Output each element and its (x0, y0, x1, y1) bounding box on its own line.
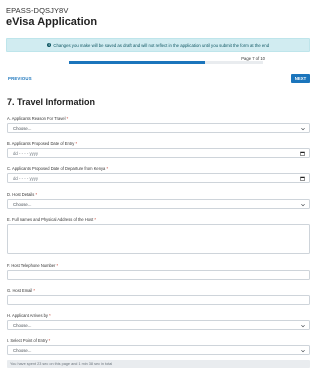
field-label: I. Select Point of Entry * (7, 338, 51, 343)
field-label: C. Applicants Proposed Date of Departure… (7, 166, 109, 171)
arrives-by-select[interactable]: Choose... (7, 320, 310, 330)
field-host-email: G. Host Email * (7, 288, 310, 305)
host-details-select[interactable]: Choose... (7, 199, 310, 209)
point-of-entry-select[interactable]: Choose... (7, 345, 310, 355)
field-label: D. Host Details * (7, 192, 38, 197)
calendar-icon[interactable] (300, 151, 305, 156)
field-point-of-entry: I. Select Point of Entry * Choose... (7, 338, 310, 355)
field-label: E. Full names and Physical Address of th… (7, 217, 96, 222)
field-label: F. Host Telephone Number * (7, 263, 59, 268)
field-label: A. Applicants Reason For Travel * (7, 116, 69, 121)
field-label: B. Applicants Proposed Date of Entry * (7, 141, 78, 146)
progress-fill (69, 61, 205, 64)
chevron-down-icon (301, 324, 305, 327)
field-date-of-departure: C. Applicants Proposed Date of Departure… (7, 166, 310, 183)
chevron-down-icon (301, 127, 305, 130)
host-address-textarea[interactable] (7, 224, 310, 254)
application-reference: EPASS-DQSJY8V (6, 6, 69, 15)
progress-bar (69, 61, 263, 64)
next-button[interactable]: NEXT (291, 74, 310, 83)
page-header: EPASS-DQSJY8V eVisa Application (6, 6, 97, 28)
chevron-down-icon (301, 203, 305, 206)
field-host-details: D. Host Details * Choose... (7, 192, 310, 209)
page-count: Page 7 of 10 (241, 56, 265, 61)
field-reason-for-travel: A. Applicants Reason For Travel * Choose… (7, 116, 310, 133)
host-email-input[interactable] (7, 295, 310, 305)
field-label: G. Host Email * (7, 288, 35, 293)
field-label: H. Applicant Arrives by * (7, 313, 51, 318)
date-of-entry-input[interactable]: dd - - - - yyyy (7, 148, 310, 158)
previous-button[interactable]: PREVIOUS (8, 76, 32, 81)
field-arrives-by: H. Applicant Arrives by * Choose... (7, 313, 310, 330)
alert-text: Changes you make will be saved as draft … (53, 42, 270, 48)
draft-info-alert: i Changes you make will be saved as draf… (6, 38, 310, 52)
chevron-down-icon (301, 349, 305, 352)
field-host-telephone: F. Host Telephone Number * (7, 263, 310, 280)
section-title: 7. Travel Information (7, 97, 96, 107)
calendar-icon[interactable] (300, 176, 305, 181)
reason-for-travel-select[interactable]: Choose... (7, 123, 310, 133)
date-of-departure-input[interactable]: dd - - - - yyyy (7, 173, 310, 183)
page-title: eVisa Application (6, 16, 98, 28)
field-date-of-entry: B. Applicants Proposed Date of Entry * d… (7, 141, 310, 158)
field-host-address: E. Full names and Physical Address of th… (7, 217, 310, 254)
info-icon: i (46, 42, 52, 48)
host-telephone-input[interactable] (7, 270, 310, 280)
time-spent-notice: You have spent 23 sec on this page and 1… (7, 360, 310, 368)
